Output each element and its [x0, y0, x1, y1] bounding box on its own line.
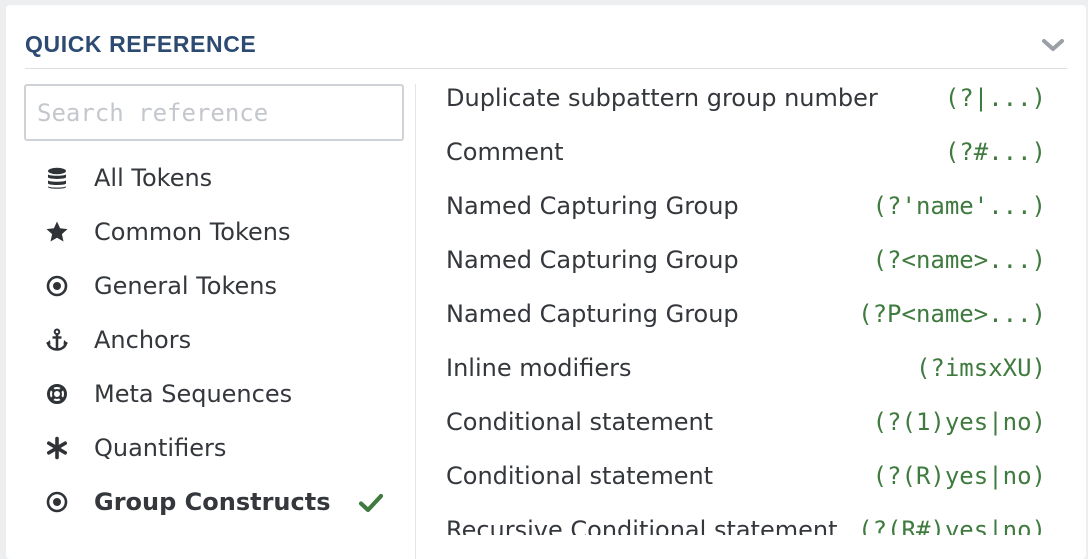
- category-all-tokens[interactable]: All Tokens: [24, 151, 404, 205]
- star-icon: [45, 220, 69, 244]
- reference-item[interactable]: Duplicate subpattern group number (?|...…: [446, 75, 1046, 129]
- category-anchors[interactable]: Anchors: [24, 313, 404, 367]
- reference-description: Inline modifiers: [446, 354, 632, 382]
- dot-circle-icon: [45, 274, 69, 298]
- reference-item[interactable]: Named Capturing Group (?<name>...): [446, 237, 1046, 291]
- reference-item[interactable]: Inline modifiers (?imsxXU): [446, 345, 1046, 399]
- category-meta-sequences[interactable]: Meta Sequences: [24, 367, 404, 421]
- reference-item[interactable]: Conditional statement (?(R)yes|no): [446, 453, 1046, 507]
- reference-item[interactable]: Comment (?#...): [446, 129, 1046, 183]
- category-label: General Tokens: [94, 272, 277, 300]
- reference-token: (?(1)yes|no): [868, 407, 1046, 437]
- reference-token: (?#...): [940, 137, 1046, 167]
- category-label: Meta Sequences: [94, 380, 293, 408]
- reference-description: Comment: [446, 138, 564, 166]
- reference-token: (?imsxXU): [911, 353, 1046, 383]
- asterisk-icon: [45, 436, 69, 460]
- reference-token: (?'name'...): [868, 191, 1046, 221]
- reference-item[interactable]: Named Capturing Group (?P<name>...): [446, 291, 1046, 345]
- checkmark-icon: [358, 491, 384, 515]
- category-common-tokens[interactable]: Common Tokens: [24, 205, 404, 259]
- category-label: All Tokens: [94, 164, 213, 192]
- reference-description: Named Capturing Group: [446, 192, 739, 220]
- category-quantifiers[interactable]: Quantifiers: [24, 421, 404, 475]
- category-label: Group Constructs: [94, 488, 331, 516]
- column-divider: [415, 84, 416, 559]
- reference-description: Named Capturing Group: [446, 300, 739, 328]
- category-sidebar: All Tokens Common Tokens General Toke: [24, 84, 404, 554]
- reference-token: (?P<name>...): [854, 299, 1046, 329]
- category-group-constructs[interactable]: Group Constructs: [24, 475, 404, 529]
- reference-item[interactable]: Named Capturing Group (?'name'...): [446, 183, 1046, 237]
- anchor-icon: [45, 328, 69, 352]
- reference-item[interactable]: Recursive Conditional statement (?(R#)ye…: [446, 507, 1046, 535]
- reference-token: (?|...): [940, 83, 1046, 113]
- panel-title: QUICK REFERENCE: [25, 31, 257, 57]
- reference-description: Named Capturing Group: [446, 246, 739, 274]
- category-general-tokens[interactable]: General Tokens: [24, 259, 404, 313]
- quick-reference-panel: QUICK REFERENCE All Tokens: [6, 5, 1086, 559]
- chevron-down-icon[interactable]: [1039, 33, 1067, 57]
- reference-description: Conditional statement: [446, 408, 714, 436]
- reference-description: Duplicate subpattern group number: [446, 84, 878, 112]
- panel-header: QUICK REFERENCE: [25, 5, 1067, 69]
- life-ring-icon: [45, 382, 69, 406]
- category-list: All Tokens Common Tokens General Tokens …: [24, 151, 404, 529]
- reference-token: (?(R)yes|no): [868, 461, 1046, 491]
- reference-description: Recursive Conditional statement: [446, 516, 838, 535]
- category-label: Anchors: [94, 326, 192, 354]
- database-icon: [45, 166, 69, 190]
- category-label: Quantifiers: [94, 434, 227, 462]
- reference-item[interactable]: Conditional statement (?(1)yes|no): [446, 399, 1046, 453]
- search-input[interactable]: [24, 84, 404, 141]
- reference-description: Conditional statement: [446, 462, 714, 490]
- dot-circle-icon: [45, 490, 69, 514]
- reference-list: Duplicate subpattern group number (?|...…: [446, 75, 1046, 535]
- reference-token: (?<name>...): [868, 245, 1046, 275]
- reference-token: (?(R#)yes|no): [854, 515, 1046, 535]
- category-label: Common Tokens: [94, 218, 291, 246]
